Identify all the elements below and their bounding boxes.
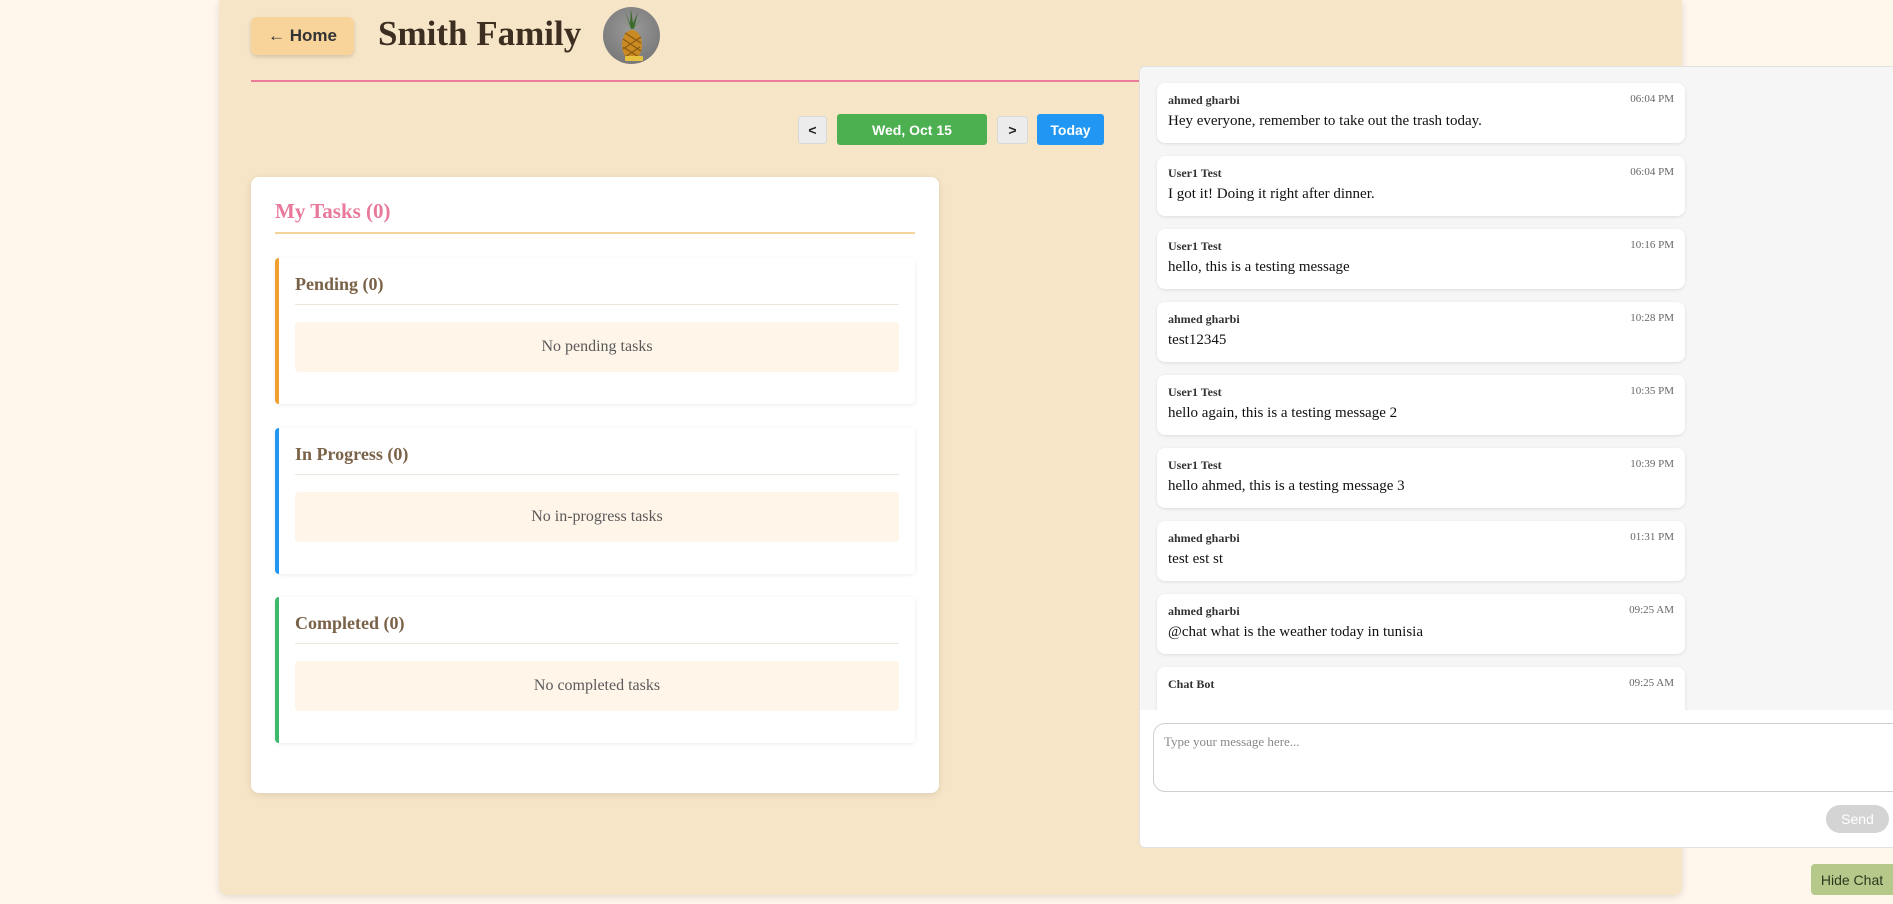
- chat-message: ahmed gharbi 06:04 PM Hey everyone, reme…: [1157, 83, 1685, 143]
- message-text: hello, this is a testing message: [1168, 259, 1350, 275]
- chat-message: User1 Test 06:04 PM I got it! Doing it r…: [1157, 156, 1685, 216]
- pending-title: Pending (0): [295, 274, 384, 294]
- chat-message: Chat Bot 09:25 AM: [1157, 667, 1685, 710]
- message-time: 06:04 PM: [1630, 166, 1674, 178]
- chat-panel: ahmed gharbi 06:04 PM Hey everyone, reme…: [1139, 66, 1893, 848]
- message-author: ahmed gharbi: [1168, 93, 1240, 107]
- message-time: 09:25 AM: [1629, 677, 1674, 689]
- chat-messages[interactable]: ahmed gharbi 06:04 PM Hey everyone, reme…: [1140, 67, 1893, 710]
- message-author: ahmed gharbi: [1168, 312, 1240, 326]
- message-author: User1 Test: [1168, 166, 1222, 180]
- family-title: Smith Family: [378, 14, 582, 53]
- pending-section: Pending (0) No pending tasks: [275, 258, 915, 404]
- completed-section: Completed (0) No completed tasks: [275, 597, 915, 743]
- message-time: 10:39 PM: [1630, 458, 1674, 470]
- message-author: User1 Test: [1168, 458, 1222, 472]
- current-date: Wed, Oct 15: [837, 114, 987, 145]
- message-text: test12345: [1168, 332, 1227, 348]
- message-time: 06:04 PM: [1630, 93, 1674, 105]
- hide-chat-button[interactable]: Hide Chat: [1811, 864, 1893, 895]
- family-avatar[interactable]: [603, 7, 660, 64]
- message-time: 10:16 PM: [1630, 239, 1674, 251]
- pineapple-icon: [621, 9, 643, 61]
- message-author: User1 Test: [1168, 385, 1222, 399]
- chat-message: ahmed gharbi 10:28 PM test12345: [1157, 302, 1685, 362]
- my-tasks-card: My Tasks (0) Pending (0) No pending task…: [251, 177, 939, 793]
- message-author: Chat Bot: [1168, 677, 1215, 691]
- message-author: User1 Test: [1168, 239, 1222, 253]
- prev-day-button[interactable]: <: [798, 116, 827, 144]
- chat-message: User1 Test 10:39 PM hello ahmed, this is…: [1157, 448, 1685, 508]
- message-text: hello again, this is a testing message 2: [1168, 405, 1398, 421]
- message-text: @chat what is the weather today in tunis…: [1168, 624, 1423, 640]
- message-time: 10:28 PM: [1630, 312, 1674, 324]
- message-author: ahmed gharbi: [1168, 604, 1240, 618]
- message-time: 01:31 PM: [1630, 531, 1674, 543]
- next-day-button[interactable]: >: [997, 116, 1028, 144]
- home-button[interactable]: ← Home: [251, 17, 354, 55]
- message-text: Hey everyone, remember to take out the t…: [1168, 113, 1482, 129]
- completed-empty-state: No completed tasks: [295, 661, 899, 711]
- chat-message: ahmed gharbi 01:31 PM test est st: [1157, 521, 1685, 581]
- tasks-title: My Tasks (0): [275, 199, 391, 223]
- message-time: 10:35 PM: [1630, 385, 1674, 397]
- send-button[interactable]: Send: [1826, 805, 1889, 833]
- chat-message: ahmed gharbi 09:25 AM @chat what is the …: [1157, 594, 1685, 654]
- pending-empty-state: No pending tasks: [295, 322, 899, 372]
- message-time: 09:25 AM: [1629, 604, 1674, 616]
- chat-message-input[interactable]: [1153, 723, 1893, 792]
- message-text: I got it! Doing it right after dinner.: [1168, 186, 1375, 202]
- message-author: ahmed gharbi: [1168, 531, 1240, 545]
- message-text: hello ahmed, this is a testing message 3: [1168, 478, 1405, 494]
- message-text: test est st: [1168, 551, 1223, 567]
- in-progress-title: In Progress (0): [295, 444, 409, 464]
- completed-title: Completed (0): [295, 613, 405, 633]
- in-progress-empty-state: No in-progress tasks: [295, 492, 899, 542]
- tasks-title-divider: [275, 232, 915, 234]
- in-progress-divider: [295, 474, 899, 475]
- pending-divider: [295, 304, 899, 305]
- chat-message: User1 Test 10:35 PM hello again, this is…: [1157, 375, 1685, 435]
- in-progress-section: In Progress (0) No in-progress tasks: [275, 428, 915, 574]
- completed-divider: [295, 643, 899, 644]
- today-button[interactable]: Today: [1037, 114, 1104, 145]
- chat-message: User1 Test 10:16 PM hello, this is a tes…: [1157, 229, 1685, 289]
